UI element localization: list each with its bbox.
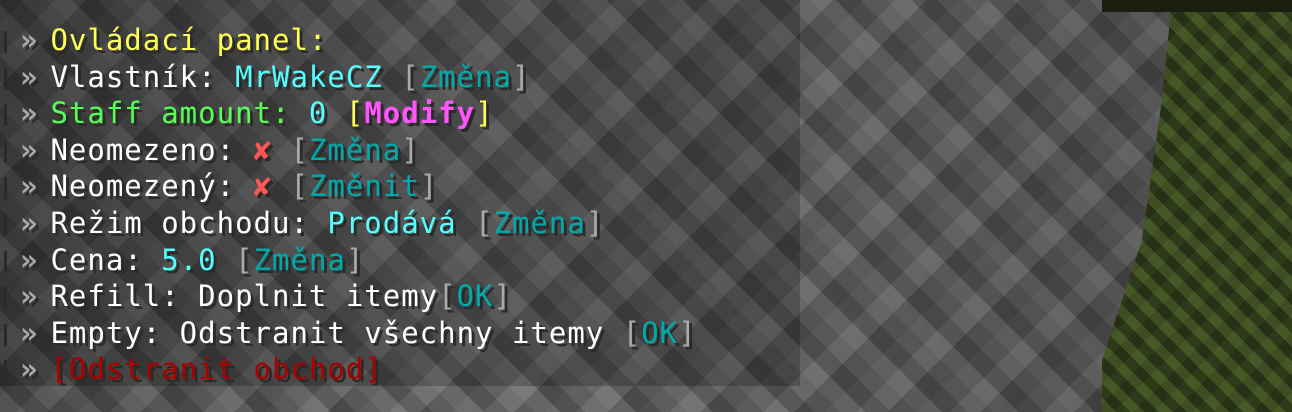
chat-bar [4, 104, 7, 127]
bracket-open: [ [290, 132, 309, 167]
chevron-prefix-icon: » [20, 279, 39, 314]
refill-label: Refill: Doplnit itemy [50, 279, 439, 314]
chat-line-unlimited-1: » Neomezeno: ✘ [Změna] [0, 132, 697, 169]
chat-line-remove: » [Odstranit obchod] [0, 351, 697, 388]
modify-staff-button[interactable]: Modify [364, 96, 475, 130]
chevron-prefix-icon: » [20, 315, 39, 350]
chat-line-owner: » Vlastník: MrWakeCZ [Změna] [0, 59, 697, 96]
chat-bar [4, 287, 7, 310]
bracket-open: [ [475, 205, 494, 240]
chevron-prefix-icon: » [20, 205, 39, 240]
cross-icon: ✘ [253, 169, 273, 204]
chat-bar [4, 323, 7, 346]
chevron-prefix-icon: » [20, 132, 39, 167]
bracket-close: ] [401, 132, 420, 167]
shadow-edge [1102, 0, 1292, 12]
chat-bar [4, 67, 7, 90]
price-label: Cena: [50, 242, 143, 277]
chat-line-unlimited-2: » Neomezený: ✘ [Změnit] [0, 168, 697, 205]
chat-bar [4, 140, 7, 163]
mode-label: Režim obchodu: [50, 205, 309, 240]
bracket-open: [ [401, 59, 420, 94]
unlimited-label: Neomezeno: [50, 132, 236, 167]
chat-line-title: » Ovládací panel: [0, 22, 697, 59]
bracket-close: ] [493, 279, 512, 314]
bracket-close: ] [512, 59, 531, 94]
chat-line-empty: » Empty: Odstranit všechny itemy [OK] [0, 315, 697, 352]
chat-lines: » Ovládací panel: » Vlastník: MrWakeCZ [Zm… [0, 22, 697, 388]
chat-line-staff: » Staff amount: 0 [Modify] [0, 95, 697, 132]
chevron-prefix-icon: » [20, 169, 39, 204]
change-mode-button[interactable]: Změna [494, 206, 586, 240]
chat-line-price: » Cena: 5.0 [Změna] [0, 242, 697, 279]
chat-bar [4, 177, 7, 200]
change-price-button[interactable]: Změna [254, 243, 346, 277]
staff-label: Staff amount: [50, 96, 291, 131]
change-owner-button[interactable]: Změna [420, 60, 512, 94]
mode-value: Prodává [327, 205, 457, 240]
chevron-prefix-icon: » [20, 242, 39, 277]
staff-value: 0 [308, 96, 328, 131]
change-unlimited-button[interactable]: Změna [309, 133, 401, 167]
remove-shop-button[interactable]: [Odstranit obchod] [50, 352, 382, 386]
price-value: 5.0 [161, 242, 217, 277]
chat-bar [4, 31, 7, 53]
bracket-open: [ [235, 242, 254, 277]
chevron-prefix-icon: » [20, 96, 39, 131]
chat-bar [4, 250, 7, 273]
bracket-close: ] [475, 96, 494, 131]
unlimited-label-2: Neomezený: [50, 169, 236, 204]
bracket-open: [ [438, 279, 457, 314]
panel-title: Ovládací panel: [50, 23, 328, 57]
bracket-open: [ [345, 96, 365, 131]
bracket-open: [ [622, 315, 642, 350]
owner-value: MrWakeCZ [235, 59, 383, 94]
chat-bar [4, 213, 7, 236]
bracket-open: [ [290, 169, 309, 204]
refill-ok-button[interactable]: OK [457, 279, 494, 313]
bracket-close: ] [419, 169, 439, 204]
chat-line-mode: » Režim obchodu: Prodává [Změna] [0, 205, 697, 242]
chevron-prefix-icon: » [20, 23, 39, 57]
chat-bar [4, 360, 7, 383]
chat-line-refill: » Refill: Doplnit itemy[OK] [0, 278, 697, 315]
change-unlimited-2-button[interactable]: Změnit [309, 169, 420, 203]
chat-panel: » Ovládací panel: » Vlastník: MrWakeCZ [Zm… [0, 0, 800, 386]
bracket-close: ] [345, 242, 365, 277]
owner-label: Vlastník: [50, 59, 217, 94]
empty-label: Empty: Odstranit všechny itemy [50, 315, 605, 350]
bracket-close: ] [585, 205, 605, 240]
chevron-prefix-icon: » [20, 59, 39, 94]
chevron-prefix-icon: » [20, 352, 39, 387]
bracket-close: ] [678, 315, 697, 350]
empty-ok-button[interactable]: OK [641, 316, 678, 350]
cross-icon: ✘ [253, 132, 273, 167]
